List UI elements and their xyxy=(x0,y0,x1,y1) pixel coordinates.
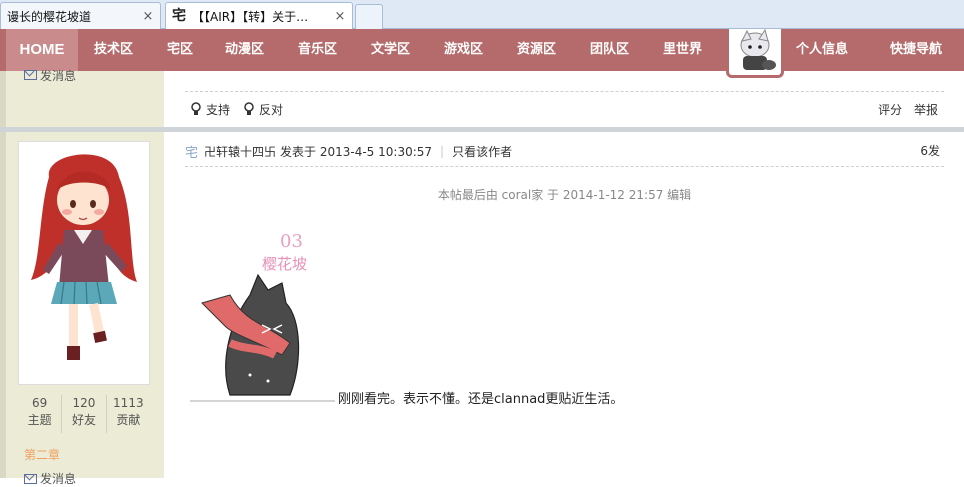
oppose-label: 反对 xyxy=(259,102,284,117)
nav-item-anime[interactable]: 动漫区 xyxy=(225,29,264,71)
sticker-number: 03 xyxy=(280,231,303,252)
close-icon[interactable]: × xyxy=(142,9,154,24)
browser-tab-2-active[interactable]: 宅 【【AIR】【转】关于… × xyxy=(165,2,353,29)
nav-item-music[interactable]: 音乐区 xyxy=(298,29,337,71)
site-nav-bar: HOME 技术区 宅区 动漫区 音乐区 文学区 游戏区 资源区 团队区 里世界 … xyxy=(0,29,964,71)
author-name-link[interactable]: 卍轩辕十四卐 xyxy=(204,143,276,160)
divider xyxy=(185,166,944,167)
nav-item-literature[interactable]: 文学区 xyxy=(371,29,410,71)
post-header: 宅 卍轩辕十四卐 发表于 2013-4-5 10:30:57 | 只看该作者 6… xyxy=(185,142,944,161)
cat-sticker-image: 03 樱花坡 xyxy=(190,225,335,405)
post-vote-actions: 支持 反对 xyxy=(191,100,297,118)
nav-item-resources[interactable]: 资源区 xyxy=(517,29,556,71)
nav-item-games[interactable]: 游戏区 xyxy=(444,29,483,71)
post-body-text: 刚刚看完。表示不懂。还是clannad更贴近生活。 xyxy=(338,392,624,407)
send-message-link[interactable]: 发消息 xyxy=(24,67,76,83)
chibi-avatar-icon xyxy=(740,28,776,70)
oppose-button[interactable]: 反对 xyxy=(244,101,283,118)
tab-title: 谩长的樱花坡道 xyxy=(7,9,92,24)
nav-item-quick-nav[interactable]: 快捷导航 xyxy=(890,29,942,71)
stat-label: 贡献 xyxy=(116,413,141,427)
send-message-link[interactable]: 发消息 xyxy=(24,470,76,487)
stat-value: 1113 xyxy=(113,396,144,410)
send-message-label: 发消息 xyxy=(40,472,77,486)
nav-item-inner-world[interactable]: 里世界 xyxy=(663,29,702,71)
report-link[interactable]: 举报 xyxy=(914,103,938,117)
user-avatar[interactable] xyxy=(726,28,784,78)
author-avatar[interactable] xyxy=(18,141,150,385)
nav-item-otaku[interactable]: 宅区 xyxy=(167,29,193,71)
nav-item-teams[interactable]: 团队区 xyxy=(590,29,629,71)
only-author-link[interactable]: 只看该作者 xyxy=(452,143,512,160)
lightbulb-icon xyxy=(244,102,254,115)
post-separator xyxy=(0,127,964,132)
stat-friends[interactable]: 120 好友 xyxy=(62,395,107,433)
close-icon[interactable]: × xyxy=(334,9,346,24)
send-message-label: 发消息 xyxy=(40,68,77,83)
anime-girl-avatar-image xyxy=(31,154,137,360)
support-label: 支持 xyxy=(206,102,231,117)
tab-title: 【【AIR】【转】关于… xyxy=(192,9,309,24)
mail-icon xyxy=(24,473,37,484)
stat-label: 主题 xyxy=(27,413,52,427)
author-stats: 69 主题 120 好友 1113 贡献 xyxy=(18,395,150,433)
new-tab-button[interactable] xyxy=(355,4,383,29)
author-rank[interactable]: 第二章 xyxy=(24,446,60,463)
otaku-badge-icon: 宅 xyxy=(185,145,199,161)
separator: | xyxy=(440,144,445,158)
nav-item-profile[interactable]: 个人信息 xyxy=(796,29,848,71)
lightbulb-icon xyxy=(191,102,201,115)
browser-tab-1[interactable]: 谩长的樱花坡道 × xyxy=(0,2,161,29)
nav-item-tech[interactable]: 技术区 xyxy=(94,29,133,71)
stat-label: 好友 xyxy=(71,413,96,427)
sticker-caption: 樱花坡 xyxy=(262,255,307,273)
rate-link[interactable]: 评分 xyxy=(878,103,902,117)
post-tools: 评分 举报 xyxy=(870,101,938,118)
browser-tab-bar: 谩长的樱花坡道 × 宅 【【AIR】【转】关于… × xyxy=(0,0,964,29)
support-button[interactable]: 支持 xyxy=(191,101,230,118)
stat-threads[interactable]: 69 主题 xyxy=(18,395,63,433)
stat-contribution[interactable]: 1113 贡献 xyxy=(107,395,150,433)
floor-number[interactable]: 6发 xyxy=(920,142,940,159)
mail-icon xyxy=(24,70,37,80)
edited-note: 本帖最后由 coral家 于 2014-1-12 21:57 编辑 xyxy=(437,188,692,202)
nav-home-link[interactable]: HOME xyxy=(6,29,78,71)
post-timestamp: 发表于 2013-4-5 10:30:57 xyxy=(280,144,433,159)
divider xyxy=(185,91,944,92)
stat-value: 69 xyxy=(32,396,48,410)
stat-value: 120 xyxy=(72,396,96,410)
site-favicon-icon: 宅 xyxy=(172,8,186,24)
